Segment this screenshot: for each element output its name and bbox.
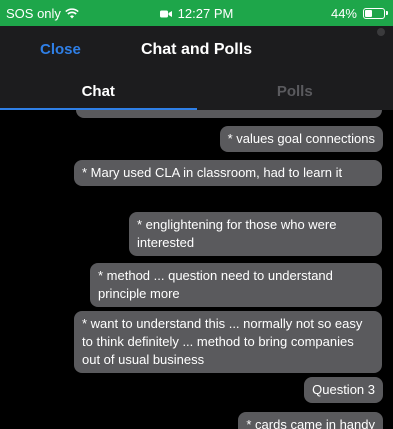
battery-icon [363,8,388,19]
message-bubble: * method ... question need to understand… [90,263,382,307]
battery-percent: 44% [330,6,357,21]
message-bubble: Question 3 [304,377,383,403]
status-bar: SOS only 12:27 PM 44% [0,0,393,26]
status-right: 44% [330,6,388,21]
message-partial [76,110,382,118]
tab-bar: Chat Polls [0,72,393,110]
tab-polls[interactable]: Polls [197,72,393,110]
header: Close Chat and Polls [0,26,393,72]
message-bubble: * englightening for those who were inter… [129,212,382,256]
battery-fill [365,10,373,17]
page-title: Chat and Polls [140,41,253,58]
tab-chat[interactable]: Chat [0,72,197,110]
clock: 12:27 PM [177,6,234,21]
message-bubble: * Mary used CLA in classroom, had to lea… [74,160,382,186]
message-bubble: * values goal connections [219,126,383,152]
camera-icon [159,10,172,17]
message-bubble: * want to understand this ... normally n… [74,311,382,373]
message-list[interactable]: * values goal connections * Mary used CL… [0,110,393,429]
message-bubble: * cards came in handy [238,412,383,429]
sheet-handle [377,28,385,36]
